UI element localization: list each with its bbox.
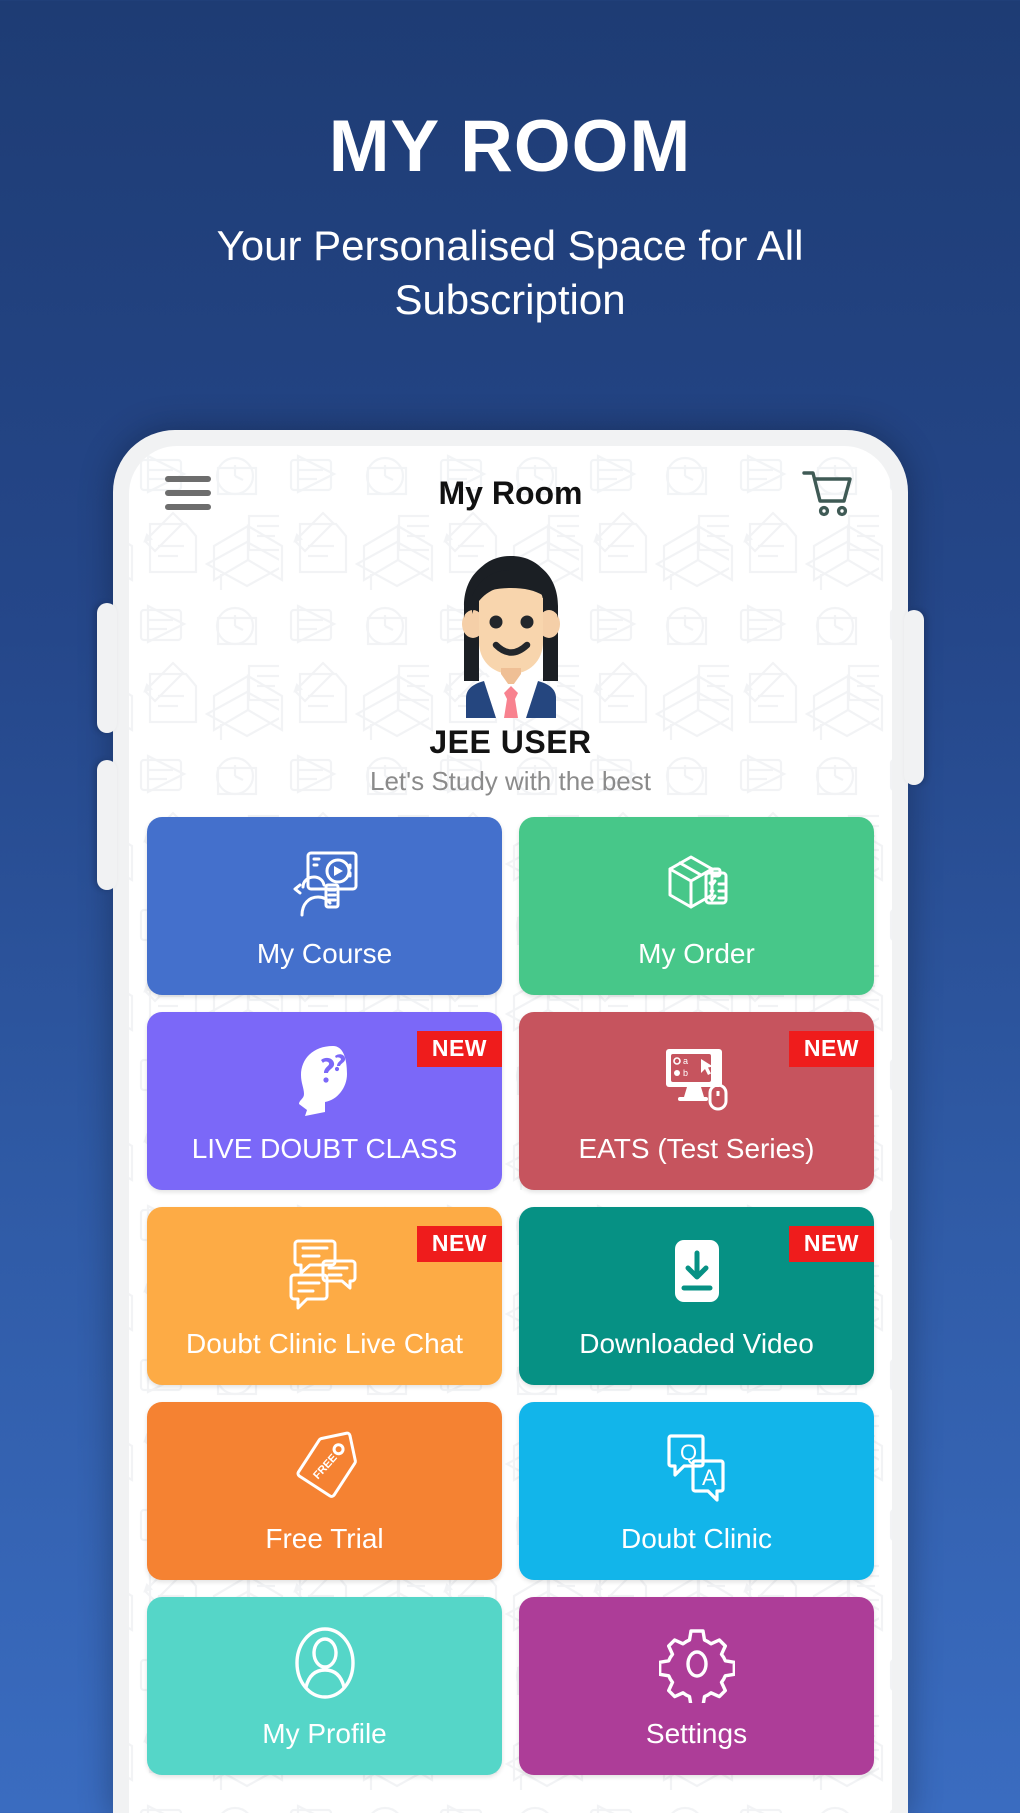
tile-label: Doubt Clinic Live Chat [185, 1327, 464, 1359]
head-question-icon [289, 1038, 361, 1120]
user-avatar-female-student [461, 556, 560, 718]
page-subtitle: Your Personalised Space for All Subscrip… [216, 222, 804, 323]
tile-label: My Course [256, 937, 393, 969]
qa-bubbles-icon: Q A [659, 1428, 735, 1510]
svg-text:a: a [683, 1056, 688, 1066]
status-badge: NEW [788, 1031, 874, 1067]
tile-label: My Profile [262, 1717, 387, 1749]
svg-text:A: A [702, 1465, 717, 1490]
tile-label: EATS (Test Series) [578, 1132, 815, 1164]
tile-my-profile[interactable]: My Profile [147, 1597, 502, 1775]
chat-bubbles-icon [284, 1233, 366, 1315]
shopping-cart-icon[interactable] [800, 467, 856, 519]
video-lesson-icon [286, 843, 364, 925]
tile-my-order[interactable]: My Order [519, 817, 874, 995]
hamburger-menu-icon[interactable] [165, 476, 211, 510]
phone-body: My Room JEE USER Let's Study with the be… [97, 430, 924, 1813]
app-bar-title: My Room [438, 474, 583, 511]
package-checklist-icon [658, 843, 736, 925]
tile-doubt-clinic-live-chat[interactable]: NEW Doubt Clinic Live Chat [147, 1207, 502, 1385]
tile-downloaded-video[interactable]: NEW Downloaded Video [519, 1207, 874, 1385]
app-bar: My Room [129, 446, 892, 540]
tile-live-doubt-class[interactable]: NEW LIVE DOUBT CLASS [147, 1012, 502, 1190]
phone-power-button [904, 610, 924, 785]
tile-eats-test-series[interactable]: NEW a b EATS (Test Series) [519, 1012, 874, 1190]
status-badge: NEW [788, 1226, 874, 1262]
tile-my-course[interactable]: My Course [147, 817, 502, 995]
tile-label: Doubt Clinic [621, 1522, 772, 1554]
gear-icon [658, 1623, 735, 1705]
page-title: MY ROOM [328, 106, 692, 187]
tile-label: Downloaded Video [579, 1327, 814, 1359]
tile-label: Free Trial [265, 1522, 384, 1554]
tile-label: My Order [638, 937, 755, 969]
tile-label: LIVE DOUBT CLASS [191, 1132, 458, 1164]
tile-doubt-clinic[interactable]: Q A Doubt Clinic [519, 1402, 874, 1580]
tile-free-trial[interactable]: FREE Free Trial [147, 1402, 502, 1580]
phone-mockup: My Room JEE USER Let's Study with the be… [97, 430, 924, 1813]
svg-text:b: b [683, 1068, 688, 1078]
phone-volume-up-button [97, 603, 117, 733]
phone-screen: My Room JEE USER Let's Study with the be… [129, 446, 892, 1813]
monitor-mouse-icon: a b [659, 1038, 735, 1120]
promo-header: MY ROOM Your Personalised Space for All … [0, 0, 1020, 327]
feature-tile-grid: My Course My Order NEW LIVE DOUBT CLASS … [129, 797, 892, 1775]
tile-label: Settings [645, 1717, 748, 1749]
svg-text:FREE: FREE [311, 1451, 340, 1481]
download-file-icon [664, 1233, 730, 1315]
free-tag-icon: FREE [286, 1428, 364, 1510]
user-name: JEE USER [429, 724, 592, 760]
tile-settings[interactable]: Settings [519, 1597, 874, 1775]
phone-volume-down-button [97, 760, 117, 890]
status-badge: NEW [416, 1031, 502, 1067]
person-outline-icon [288, 1623, 362, 1705]
status-badge: NEW [416, 1226, 502, 1262]
user-tagline: Let's Study with the best [369, 766, 651, 796]
profile-section: JEE USER Let's Study with the best [129, 540, 892, 797]
